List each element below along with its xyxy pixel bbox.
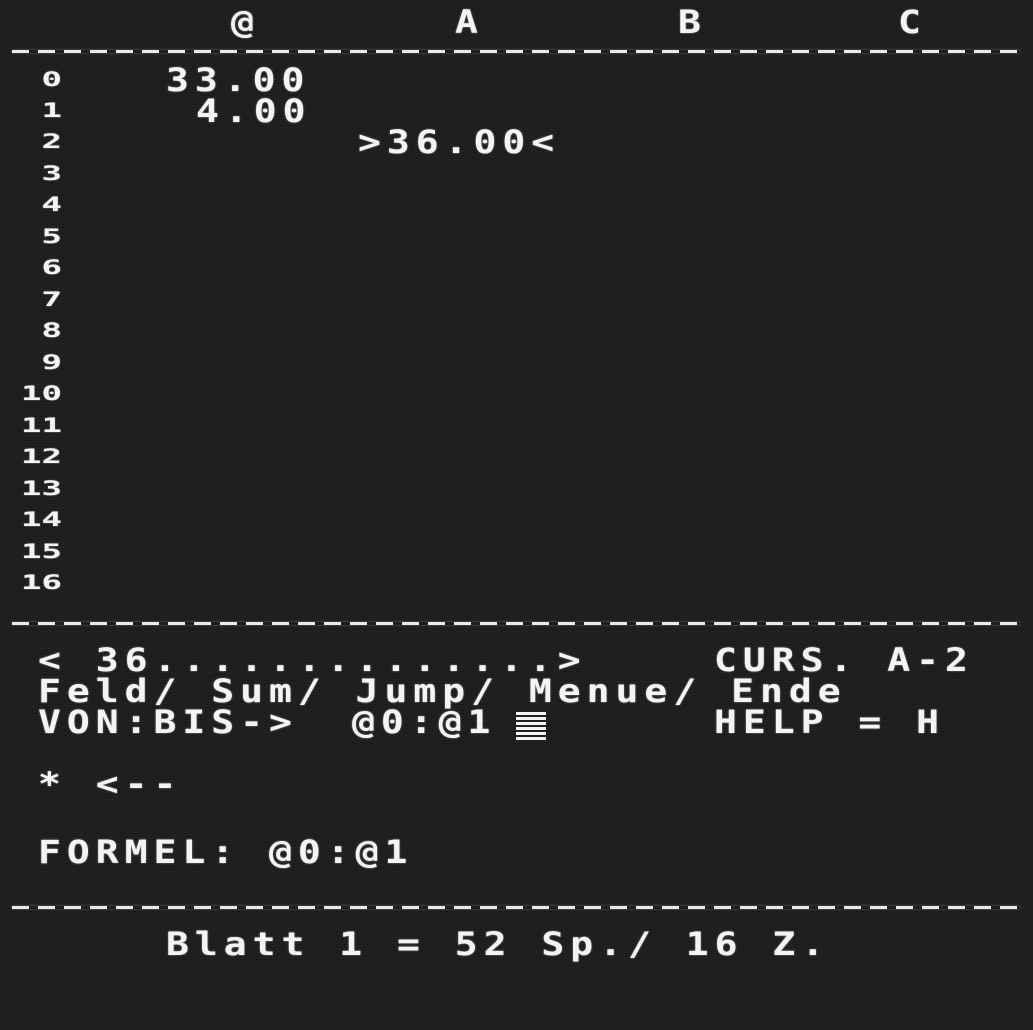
row-number-14[interactable]: 14 [6,510,62,530]
input-pointer: * <-- [38,765,183,803]
text-cursor [516,712,546,742]
row-number-3[interactable]: 3 [6,164,62,184]
header-divider [12,50,1020,53]
row-number-0[interactable]: 0 [6,70,62,90]
row-number-13[interactable]: 13 [6,479,62,499]
row-number-12[interactable]: 12 [6,447,62,467]
column-header-c[interactable]: C [898,6,927,38]
column-header-at[interactable]: @ [231,6,260,38]
column-header-a[interactable]: A [455,6,484,38]
row-number-6[interactable]: 6 [6,258,62,278]
sheet-info: Blatt 1 = 52 Sp./ 16 Z. [166,925,831,963]
row-number-4[interactable]: 4 [6,195,62,215]
formula-display: FORMEL: @0:@1 [38,833,414,871]
footer-divider [12,906,1020,909]
grid-bottom-divider [12,622,1020,625]
row-number-7[interactable]: 7 [6,290,62,310]
row-number-8[interactable]: 8 [6,321,62,341]
range-prompt-label: VON:BIS-> [38,703,298,741]
row-number-2[interactable]: 2 [6,132,62,152]
row-number-16[interactable]: 16 [6,573,62,593]
row-number-10[interactable]: 10 [6,384,62,404]
cell-a2-selected[interactable]: >36.00< [358,126,560,158]
row-number-9[interactable]: 9 [6,353,62,373]
row-number-5[interactable]: 5 [6,227,62,247]
row-number-11[interactable]: 11 [6,416,62,436]
row-number-1[interactable]: 1 [6,101,62,121]
spreadsheet-screen: @ A B C 0 1 2 3 4 5 6 7 8 9 10 11 12 13 … [0,0,1033,1030]
cell-at1[interactable]: 4.00 [196,95,312,127]
help-hint: HELP = H [714,703,946,741]
range-input[interactable]: @0:@1 [352,706,496,738]
column-header-b[interactable]: B [678,6,707,38]
row-number-15[interactable]: 15 [6,542,62,562]
